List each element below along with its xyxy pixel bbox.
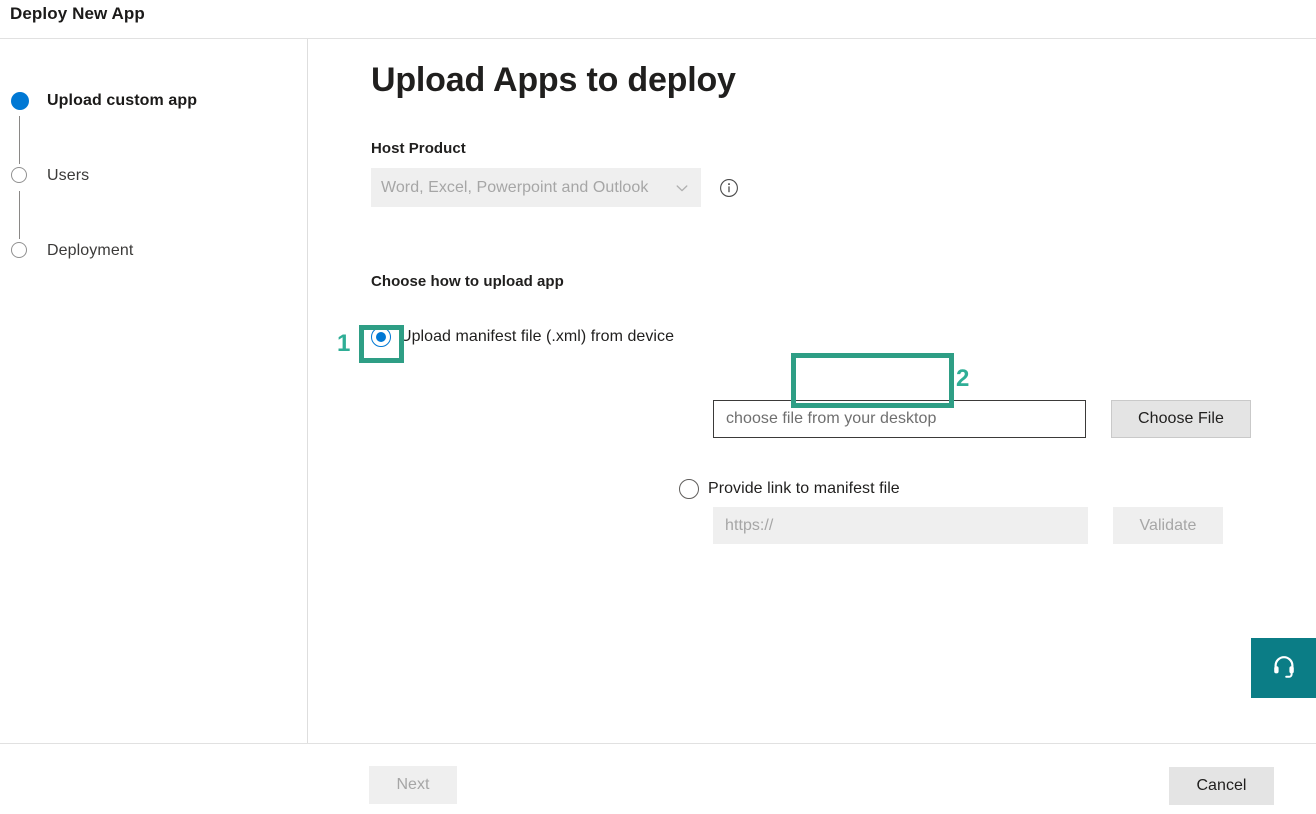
wizard-footer: Next Cancel [0, 743, 1316, 814]
support-widget-button[interactable] [1251, 638, 1316, 698]
host-product-label: Host Product [371, 140, 466, 157]
step-marker-active [10, 91, 32, 113]
next-button[interactable]: Next [369, 766, 457, 804]
step-dot-empty-icon [11, 242, 27, 258]
wizard-sidebar: Upload custom app Users Deployment [0, 39, 308, 743]
annotation-number-2: 2 [956, 365, 969, 393]
host-product-dropdown[interactable]: Word, Excel, Powerpoint and Outlook [371, 168, 701, 207]
sidebar-step-users[interactable]: Users [10, 166, 290, 241]
annotation-number-1: 1 [337, 330, 350, 358]
main-content: Upload Apps to deploy Host Product Word,… [309, 39, 1316, 743]
chevron-down-icon [675, 181, 689, 195]
choose-file-button[interactable]: Choose File [1111, 400, 1251, 438]
radio-selected-dot-icon [376, 332, 386, 342]
step-dot-filled-icon [11, 92, 29, 110]
info-circle-icon[interactable] [719, 178, 739, 198]
provide-link-radio[interactable] [679, 479, 699, 499]
choose-upload-method-label: Choose how to upload app [371, 273, 564, 290]
file-path-placeholder: choose file from your desktop [726, 410, 936, 428]
manifest-url-placeholder: https:// [725, 517, 773, 535]
wizard-step-list: Upload custom app Users Deployment [10, 91, 290, 271]
page-title: Upload Apps to deploy [371, 61, 736, 100]
host-product-selected-value: Word, Excel, Powerpoint and Outlook [381, 179, 675, 197]
app-header: Deploy New App [0, 0, 1316, 39]
cancel-button[interactable]: Cancel [1169, 767, 1274, 805]
sidebar-step-label: Users [47, 166, 89, 186]
body-area: Upload custom app Users Deployment Uploa… [0, 39, 1316, 743]
sidebar-step-deployment[interactable]: Deployment [10, 241, 290, 271]
step-dot-empty-icon [11, 167, 27, 183]
sidebar-step-upload-custom-app[interactable]: Upload custom app [10, 91, 290, 166]
provide-link-label: Provide link to manifest file [708, 480, 900, 498]
step-marker-pending [10, 166, 32, 188]
manifest-url-input[interactable]: https:// [713, 507, 1088, 544]
validate-button[interactable]: Validate [1113, 507, 1223, 544]
upload-from-device-radio[interactable] [371, 327, 391, 347]
upload-from-device-option-row[interactable]: Upload manifest file (.xml) from device [371, 324, 674, 350]
step-connector-line [19, 191, 20, 239]
app-title: Deploy New App [10, 4, 145, 24]
provide-link-option-row[interactable]: Provide link to manifest file [679, 476, 900, 502]
step-connector-line [19, 116, 20, 164]
sidebar-step-label: Deployment [47, 241, 133, 261]
sidebar-step-label: Upload custom app [47, 91, 197, 111]
headset-icon [1271, 653, 1297, 684]
step-marker-pending [10, 241, 32, 263]
file-path-input[interactable]: choose file from your desktop [713, 400, 1086, 438]
upload-from-device-label: Upload manifest file (.xml) from device [400, 328, 674, 346]
